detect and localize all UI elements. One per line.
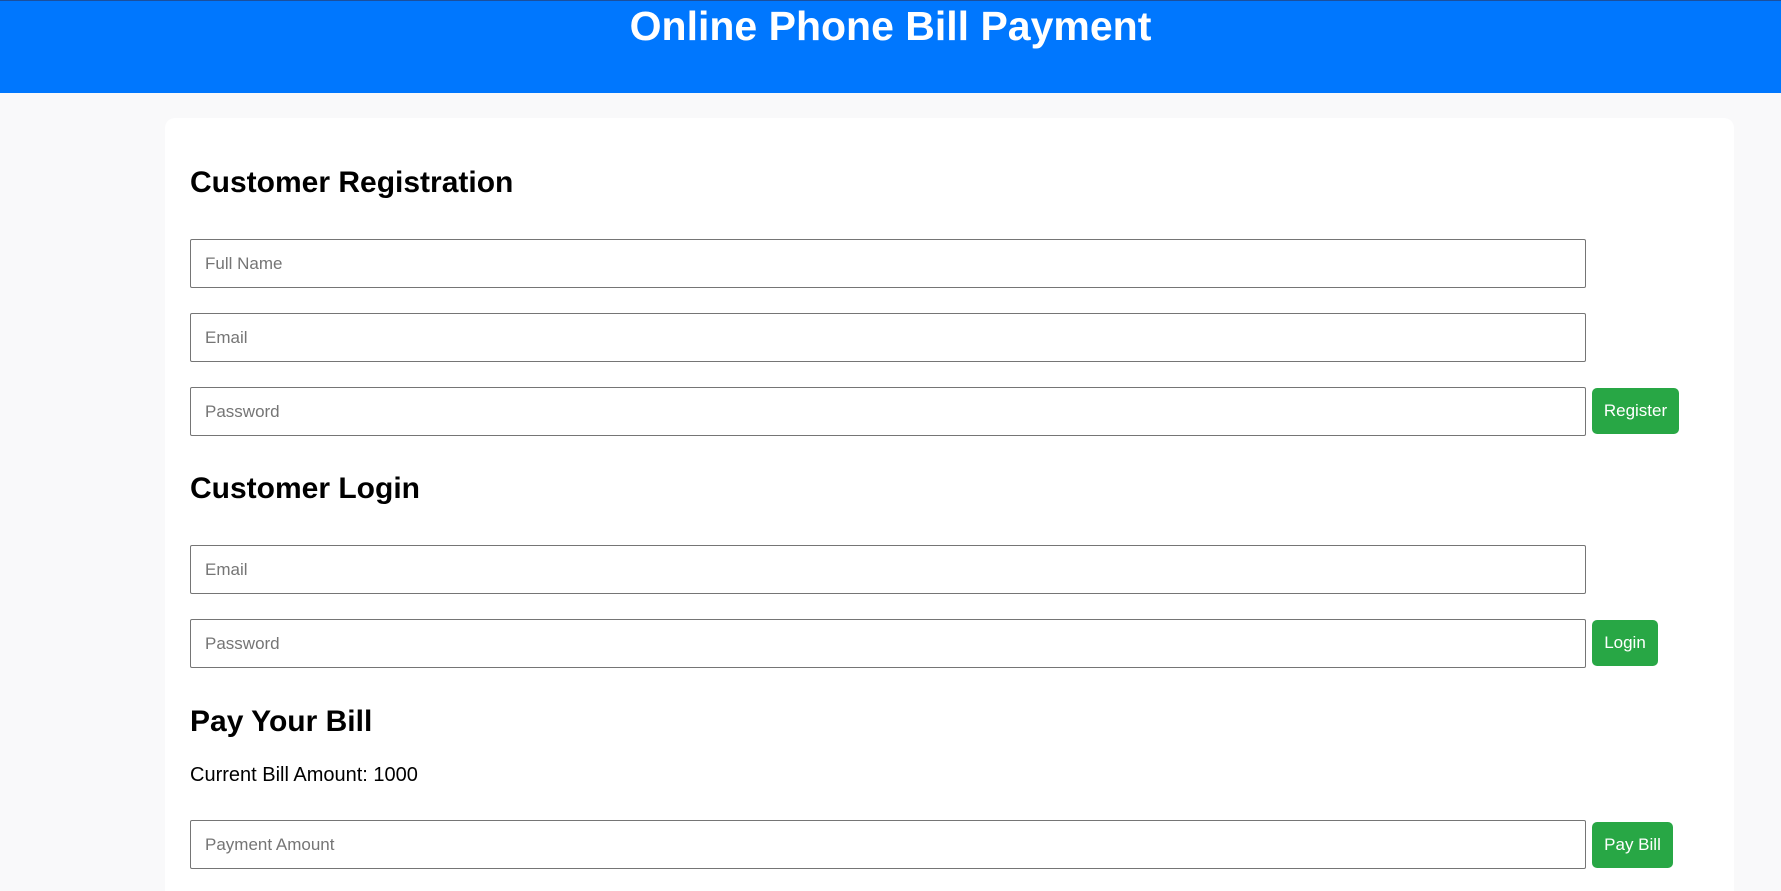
registration-email-input[interactable] [190, 313, 1586, 362]
register-button[interactable]: Register [1592, 388, 1679, 434]
current-bill-amount: Current Bill Amount: 1000 [190, 764, 418, 786]
login-heading: Customer Login [190, 472, 420, 505]
pay-bill-button[interactable]: Pay Bill [1592, 822, 1673, 868]
registration-heading: Customer Registration [190, 166, 514, 199]
login-button[interactable]: Login [1592, 620, 1658, 666]
login-email-input[interactable] [190, 545, 1586, 594]
registration-password-input[interactable] [190, 387, 1586, 436]
page-header: Online Phone Bill Payment [0, 0, 1781, 93]
payment-amount-input[interactable] [190, 820, 1586, 869]
login-password-input[interactable] [190, 619, 1586, 668]
registration-full-name-input[interactable] [190, 239, 1586, 288]
bill-heading: Pay Your Bill [190, 705, 373, 738]
page-title: Online Phone Bill Payment [629, 3, 1152, 49]
